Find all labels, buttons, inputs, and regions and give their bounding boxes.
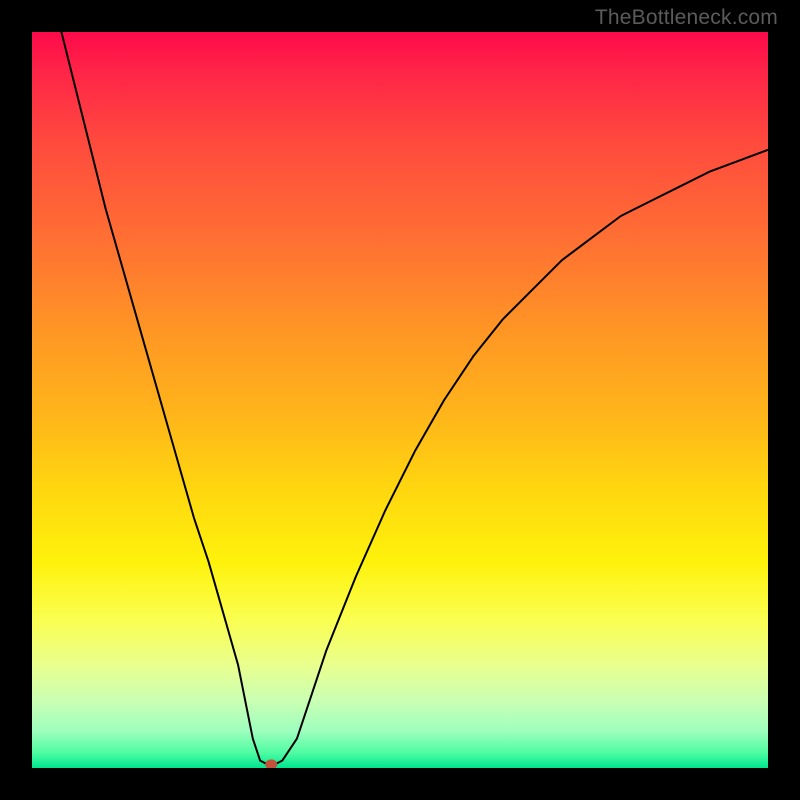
watermark-text: TheBottleneck.com (595, 6, 778, 30)
chart-frame: TheBottleneck.com (0, 0, 800, 800)
plot-area (32, 32, 768, 768)
curve-svg (32, 32, 768, 768)
bottleneck-curve (61, 32, 768, 764)
curve-group (61, 32, 768, 764)
optimum-marker (265, 759, 277, 768)
marker-group (265, 759, 277, 768)
